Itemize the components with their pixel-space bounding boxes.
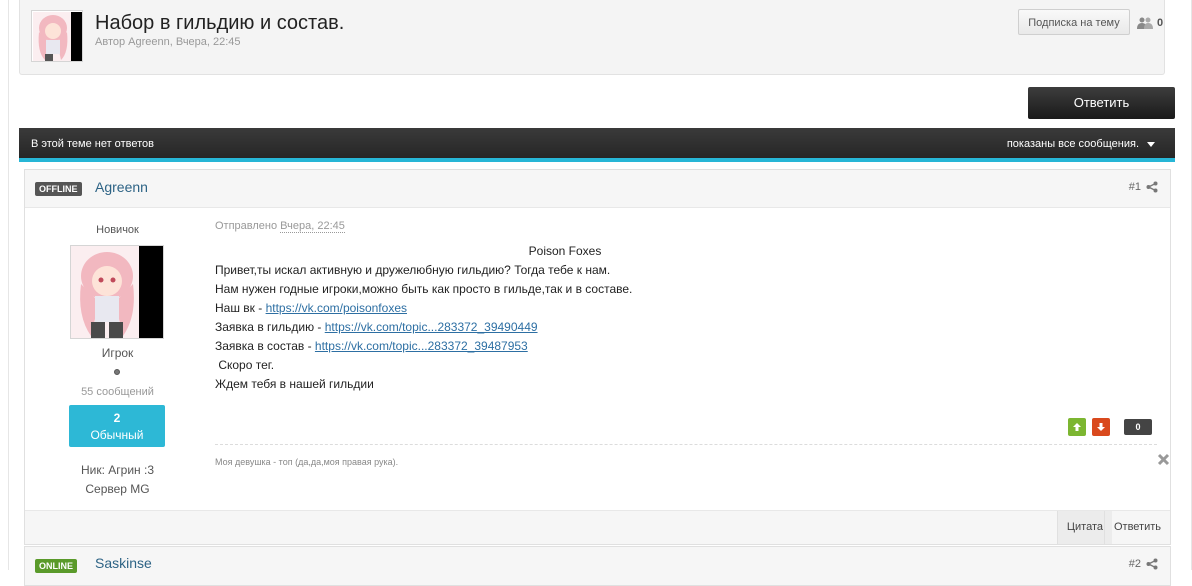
status-badge: OFFLINE xyxy=(35,182,82,196)
member-title: Новичок xyxy=(96,224,139,236)
content-text: Заявка в гильдию - xyxy=(215,320,325,334)
content-line: Скоро тег. xyxy=(215,358,275,372)
post-author-link[interactable]: Saskinse xyxy=(95,555,152,571)
posts-count: 55 сообщений xyxy=(81,386,154,398)
topic-author-avatar[interactable] xyxy=(31,10,83,62)
topic-title: Набор в гильдию и состав. xyxy=(95,12,345,34)
content-line: Ждем тебя в нашей гильдии xyxy=(215,377,374,391)
roster-application-link[interactable]: https://vk.com/topic...283372_39487953 xyxy=(315,339,528,353)
post-number[interactable]: #2 xyxy=(1129,558,1158,570)
post-number-label: #2 xyxy=(1128,558,1141,570)
close-icon xyxy=(1157,453,1170,466)
posted-date-value: Вчера, 22:45 xyxy=(280,220,345,233)
reputation-label: Обычный xyxy=(90,428,144,442)
page-wrapper: Набор в гильдию и состав. Автор Agreenn,… xyxy=(8,0,1192,586)
post-2: ONLINE Saskinse #2 xyxy=(24,546,1171,586)
rep-up-button[interactable] xyxy=(1068,418,1086,436)
reply-post-button[interactable]: Ответить xyxy=(1103,511,1170,544)
content-line: Заявка в состав - https://vk.com/topic..… xyxy=(215,337,915,356)
filter-dropdown[interactable]: показаны все сообщения. xyxy=(1007,138,1155,150)
posted-prefix: Отправлено xyxy=(215,220,278,232)
subscribe-button[interactable]: Подписка на тему xyxy=(1018,9,1130,35)
post-author-link[interactable]: Agreenn xyxy=(95,179,148,195)
filter-label: показаны все сообщения. xyxy=(1006,138,1139,150)
signature: Моя девушка - топ (да,да,моя правая рука… xyxy=(215,457,399,467)
post-1: OFFLINE Agreenn #1 Новичок Игрок 55 сооб… xyxy=(24,169,1171,545)
followers-count: 0 xyxy=(1157,17,1164,29)
no-replies-text: В этой теме нет ответов xyxy=(31,138,154,150)
users-icon xyxy=(1137,17,1153,29)
topic-meta: Автор Agreenn, Вчера, 22:45 xyxy=(95,36,241,48)
post-footer: Цитата Ответить xyxy=(25,510,1170,544)
content-line: Привет,ты искал активную и дружелюбную г… xyxy=(215,263,611,277)
share-icon[interactable] xyxy=(1146,558,1158,570)
post-reputation-count: 0 xyxy=(1124,419,1152,435)
anime-avatar-image xyxy=(33,12,82,61)
post-number-label: #1 xyxy=(1128,181,1141,193)
status-badge: ONLINE xyxy=(35,559,78,573)
arrow-down-icon xyxy=(1097,423,1105,431)
topic-bar: В этой теме нет ответов показаны все соо… xyxy=(19,128,1175,162)
reputation-controls: 0 xyxy=(1068,418,1152,436)
topic-header: Набор в гильдию и состав. Автор Agreenn,… xyxy=(19,0,1165,75)
custom-field-server: Сервер MG xyxy=(85,482,150,496)
guild-application-link[interactable]: https://vk.com/topic...283372_39490449 xyxy=(325,320,538,334)
content-text: Наш вк - xyxy=(215,301,266,315)
custom-field-nick: Ник: Агрин :3 xyxy=(80,463,154,477)
post-author-avatar[interactable] xyxy=(70,245,164,339)
content-line: Нам нужен годные игроки,можно быть как п… xyxy=(215,282,633,296)
content-line: Заявка в гильдию - https://vk.com/topic.… xyxy=(215,318,915,337)
vk-group-link[interactable]: https://vk.com/poisonfoxes xyxy=(266,301,407,315)
caret-down-icon xyxy=(1147,141,1155,147)
post-number[interactable]: #1 xyxy=(1129,181,1158,193)
post-header: OFFLINE Agreenn #1 xyxy=(25,170,1170,208)
reputation-value: 2 xyxy=(113,411,121,425)
rep-down-button[interactable] xyxy=(1092,418,1110,436)
signature-divider xyxy=(215,444,1157,445)
posted-date: Отправлено Вчера, 22:45 xyxy=(215,220,345,233)
arrow-up-icon xyxy=(1073,423,1081,431)
followers-indicator[interactable]: 0 xyxy=(1137,17,1163,29)
content-line: Наш вк - https://vk.com/poisonfoxes xyxy=(215,299,915,318)
reputation-badge: 2 Обычный xyxy=(69,405,165,447)
content-heading: Poison Foxes xyxy=(528,244,602,258)
member-group: Игрок xyxy=(101,346,134,360)
anime-avatar-image xyxy=(71,246,163,338)
reply-button[interactable]: Ответить xyxy=(1028,87,1175,119)
post-content: Poison Foxes Привет,ты искал активную и … xyxy=(215,242,915,394)
rank-pip-icon xyxy=(114,369,120,375)
share-icon[interactable] xyxy=(1146,181,1158,193)
ignore-signature-button[interactable] xyxy=(1157,453,1170,471)
content-text: Заявка в состав - xyxy=(215,339,315,353)
